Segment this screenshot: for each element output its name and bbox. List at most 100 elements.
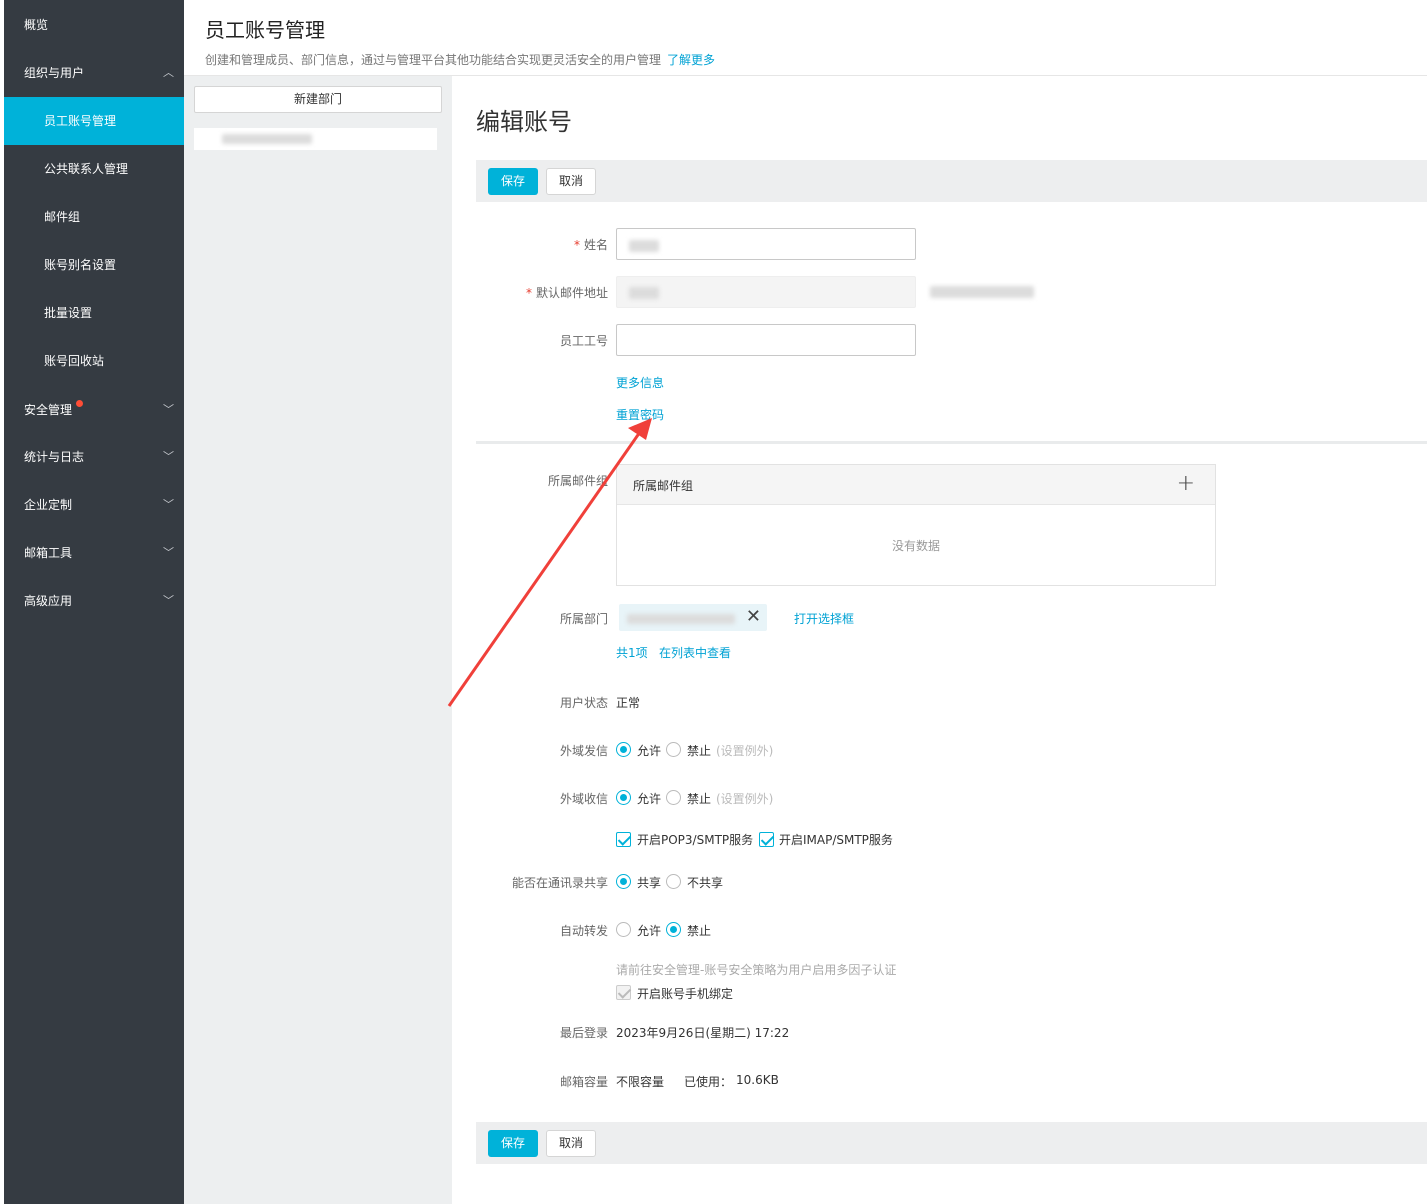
outbound-label: 外域发信 [559,744,608,758]
chevron-down-icon: ﹀ [163,450,174,463]
inbound-label: 外域收信 [559,792,608,806]
sidebar-item-mail-tools[interactable]: 邮箱工具 ﹀ [4,529,184,577]
outbound-forbid-radio[interactable] [666,742,681,757]
sidebar-item-label: 账号回收站 [44,354,105,368]
status-value: 正常 [616,696,641,710]
reset-password-link[interactable]: 重置密码 [616,406,664,423]
used-value: 10.6KB [736,1073,779,1087]
imap-label: 开启IMAP/SMTP服务 [779,833,893,847]
pop3-label: 开启POP3/SMTP服务 [637,833,754,847]
mail-group-header: 所属邮件组 + [617,465,1215,505]
department-tag: ✕ [619,604,767,631]
sidebar-item-org-users[interactable]: 组织与用户 ︿ [4,49,184,97]
view-in-list-link[interactable]: 在列表中查看 [659,644,731,661]
name-input[interactable] [616,228,916,260]
edit-account-panel: 编辑账号 保存 取消 * 姓名 * 默认邮件地址 员工工号 更多信息 重置密码 所属… [452,76,1427,1204]
sidebar-item-public-contacts[interactable]: 公共联系人管理 [4,145,184,193]
mfa-hint: 请前往安全管理-账号安全策略为用户启用多因子认证 [616,963,897,977]
name-label: * 姓名 [408,236,608,253]
phone-bind-checkbox [616,985,631,1000]
sidebar-item-label: 邮件组 [44,210,81,224]
employee-id-label: 员工工号 [559,334,608,348]
capacity-label: 邮箱容量 [559,1075,608,1089]
pop3-checkbox[interactable] [616,832,631,847]
chevron-down-icon: ﹀ [163,546,174,559]
cancel-button[interactable]: 取消 [546,168,596,195]
total-count-link[interactable]: 共1项 [616,644,648,661]
sidebar-item-label: 企业定制 [24,498,73,512]
sidebar: 概览 组织与用户 ︿ 员工账号管理 公共联系人管理 邮件组 账号别名设置 批量设置… [4,0,184,1204]
forward-forbid-radio[interactable] [666,922,681,937]
sidebar-item-overview[interactable]: 概览 [4,1,184,49]
sidebar-item-label: 统计与日志 [24,450,85,464]
no-share-option-label: 不共享 [687,876,724,890]
sidebar-item-label: 批量设置 [44,306,93,320]
section-divider [476,441,1427,444]
plus-icon[interactable]: + [1177,471,1195,496]
sidebar-item-label: 高级应用 [24,594,73,608]
cancel-button[interactable]: 取消 [546,1130,596,1157]
new-department-button[interactable]: 新建部门 [194,86,442,113]
page-title: 员工账号管理 [205,18,325,42]
no-share-radio[interactable] [666,874,681,889]
outbound-allow-radio[interactable] [616,742,631,757]
sidebar-item-label: 安全管理 [24,403,73,417]
sidebar-item-label: 员工账号管理 [44,114,117,128]
inbound-exception-link: (设置例外) [716,792,774,806]
outbound-allow-label: 允许 [637,744,662,758]
description-text: 创建和管理成员、部门信息，通过与管理平台其他功能结合实现更灵活安全的用户管理 [205,53,662,67]
sidebar-item-label: 账号别名设置 [44,258,117,272]
inbound-forbid-radio[interactable] [666,790,681,805]
last-login-label: 最后登录 [559,1026,608,1040]
status-label: 用户状态 [559,696,608,710]
email-label-text: 默认邮件地址 [535,286,608,300]
chevron-down-icon: ﹀ [163,498,174,511]
mail-group-header-text: 所属邮件组 [633,479,694,493]
chevron-down-icon: ﹀ [163,403,174,416]
forward-allow-radio[interactable] [616,922,631,937]
chevron-up-icon: ︿ [163,66,174,79]
required-mark: * [573,238,580,252]
sidebar-item-enterprise-custom[interactable]: 企业定制 ﹀ [4,481,184,529]
required-mark: * [525,286,532,300]
outbound-forbid-label: 禁止 [687,744,712,758]
learn-more-link[interactable]: 了解更多 [667,53,715,67]
open-selector-link[interactable]: 打开选择框 [794,610,854,627]
notification-dot [76,400,83,407]
inbound-allow-radio[interactable] [616,790,631,805]
save-button[interactable]: 保存 [488,1130,538,1157]
save-button[interactable]: 保存 [488,168,538,195]
close-icon[interactable]: ✕ [746,606,761,627]
redacted-text [629,287,659,299]
sidebar-item-stats-logs[interactable]: 统计与日志 ﹀ [4,433,184,481]
more-info-link[interactable]: 更多信息 [616,374,664,391]
employee-id-input[interactable] [616,324,916,356]
email-field [616,276,916,308]
sidebar-item-alias-settings[interactable]: 账号别名设置 [4,241,184,289]
sidebar-item-mail-groups[interactable]: 邮件组 [4,193,184,241]
forward-label: 自动转发 [559,924,608,938]
redacted-text [627,614,735,624]
share-option-label: 共享 [637,876,662,890]
sidebar-item-employee-accounts[interactable]: 员工账号管理 [4,97,184,145]
share-radio[interactable] [616,874,631,889]
redacted-text [930,286,1034,298]
sidebar-item-advanced[interactable]: 高级应用 ﹀ [4,577,184,625]
department-label: 所属部门 [559,612,608,626]
sidebar-item-security[interactable]: 安全管理 ﹀ [4,386,184,434]
sidebar-item-batch-settings[interactable]: 批量设置 [4,289,184,337]
sidebar-item-label: 邮箱工具 [24,546,73,560]
last-login-value: 2023年9月26日(星期二) 17:22 [616,1026,790,1040]
bottom-action-bar: 保存 取消 [476,1122,1427,1164]
email-label: * 默认邮件地址 [408,284,608,301]
sidebar-item-recycle-bin[interactable]: 账号回收站 [4,337,184,385]
sidebar-item-label: 公共联系人管理 [44,162,129,176]
department-tree-item[interactable] [194,128,437,150]
mail-group-table: 所属邮件组 + 没有数据 [616,464,1216,586]
used-label: 已使用： [684,1075,733,1089]
app-root: 概览 组织与用户 ︿ 员工账号管理 公共联系人管理 邮件组 账号别名设置 批量设置… [0,0,1427,1204]
page-header: 员工账号管理 创建和管理成员、部门信息，通过与管理平台其他功能结合实现更灵活安全… [184,0,1427,76]
capacity-value: 不限容量 [616,1075,665,1089]
redacted-text [629,240,659,252]
imap-checkbox[interactable] [759,832,774,847]
